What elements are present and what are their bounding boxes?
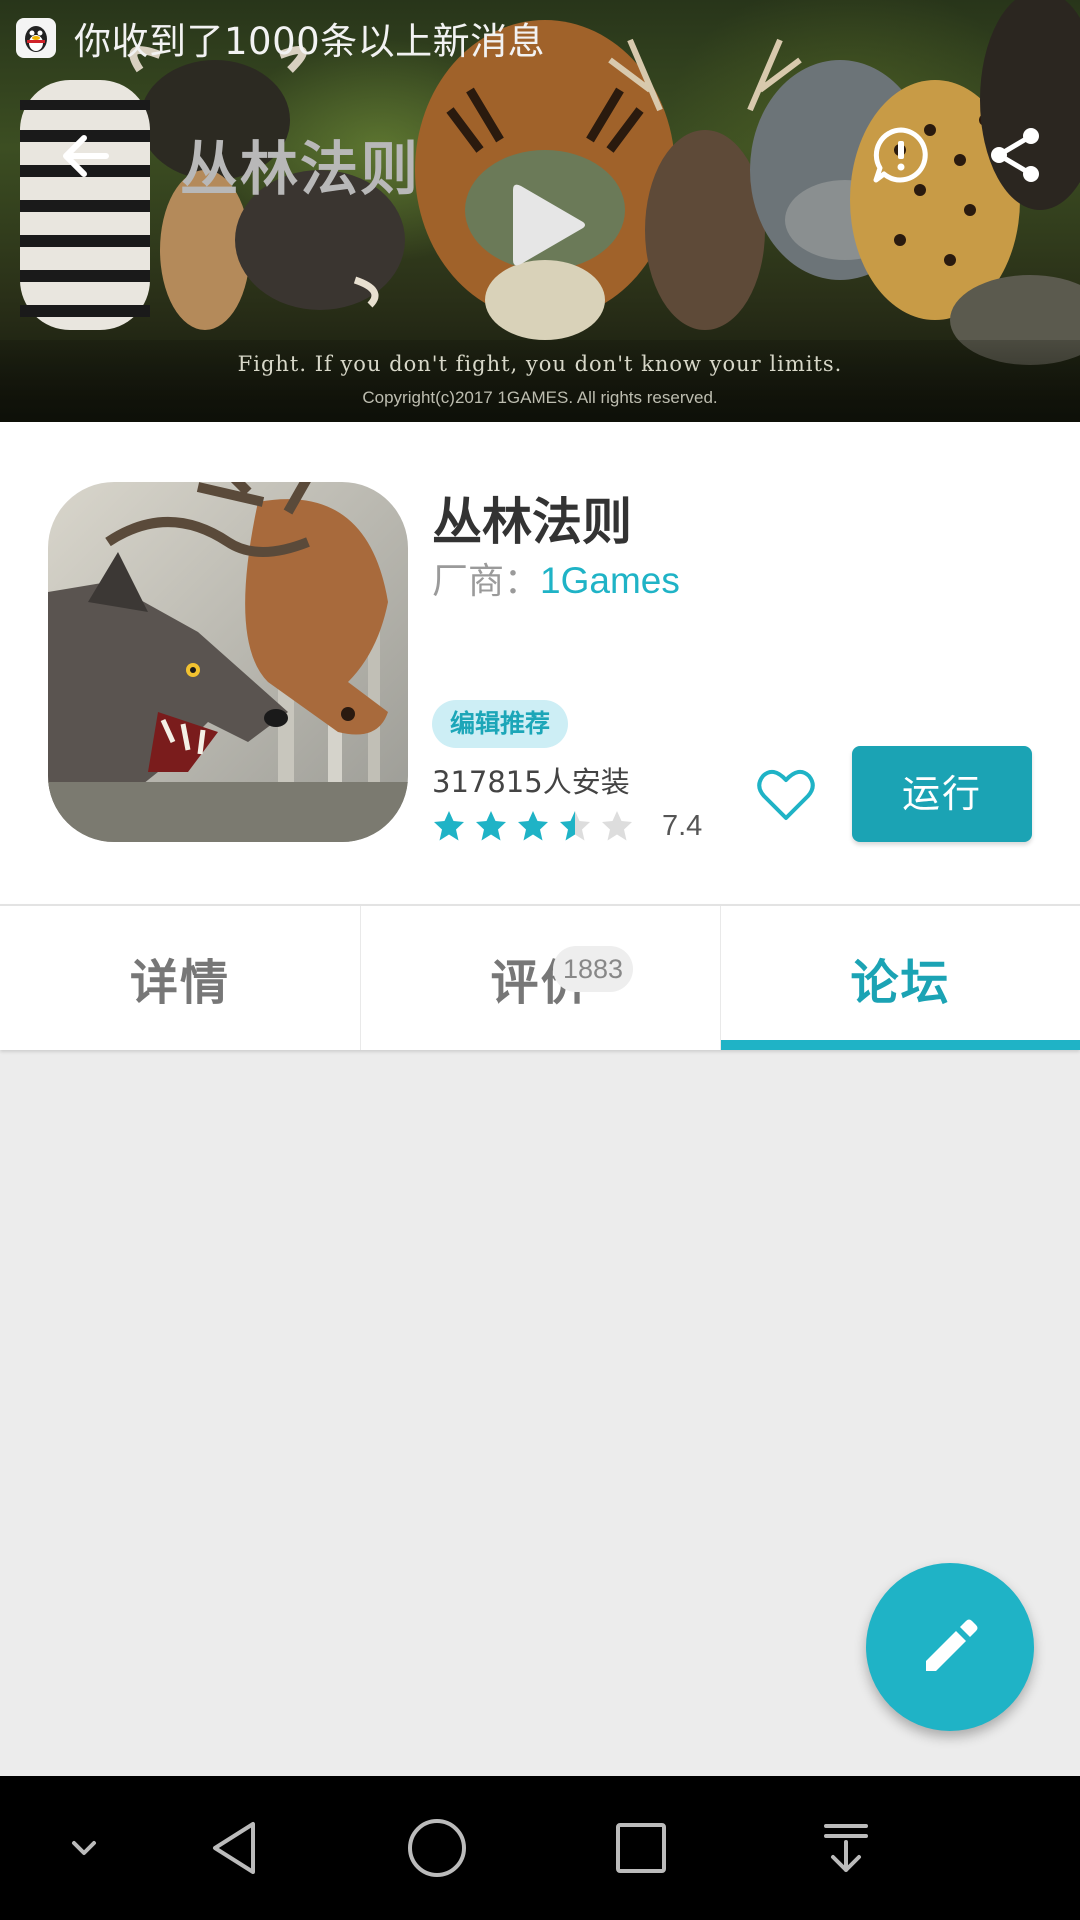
star-full-icon [518,811,548,841]
nav-home-button[interactable] [397,1808,477,1888]
active-tab-indicator [721,1040,1080,1050]
chevron-down-icon [72,1841,96,1855]
hide-nav-button[interactable] [44,1808,124,1888]
star-half-icon [560,811,590,841]
recents-square-icon [616,1823,666,1873]
favorite-button[interactable] [757,768,815,822]
system-navigation-bar [0,1776,1080,1920]
heart-outline-icon [757,769,815,820]
banner-title: 丛林法则 [180,135,421,203]
nav-back-button[interactable] [195,1808,275,1888]
app-detail-screen: 你收到了1000条以上新消息 丛林法则 Fight. If you don't … [0,0,1080,1920]
rating-score: 7.4 [662,809,703,842]
app-icon [48,482,408,842]
report-button[interactable] [872,126,930,184]
detail-tabs: 详情 评价 1883 论坛 [0,904,1080,1050]
notification-text: 你收到了1000条以上新消息 [74,20,546,63]
report-icon [873,127,928,183]
compose-post-button[interactable] [866,1563,1034,1731]
nav-recents-button[interactable] [601,1808,681,1888]
vendor-link[interactable]: 1Games [540,560,680,601]
pencil-icon [926,1619,978,1671]
tab-label: 详情 [129,955,230,1011]
game-banner[interactable]: 你收到了1000条以上新消息 丛林法则 Fight. If you don't … [0,0,1080,422]
banner-slogan: Fight. If you don't fight, you don't kno… [237,352,843,376]
play-icon [513,184,585,266]
tab-forum[interactable]: 论坛 [720,906,1080,1050]
nav-notification-button[interactable] [806,1808,886,1888]
app-info-card: 丛林法则 厂商：1Games 编辑推荐 317815人安装 7.4 运行 [0,422,1080,904]
tab-reviews[interactable]: 评价 1883 [360,906,720,1050]
home-circle-icon [408,1819,466,1877]
vendor-row: 厂商：1Games [432,552,680,604]
qq-penguin-icon [16,18,56,58]
tab-details[interactable]: 详情 [0,906,360,1050]
back-triangle-icon [213,1822,255,1874]
star-full-icon [434,811,464,841]
top-action-bar: 丛林法则 [0,100,1080,266]
back-arrow-icon [63,135,109,177]
status-bar: 你收到了1000条以上新消息 [0,0,1080,76]
app-name: 丛林法则 [432,493,632,551]
share-icon [991,128,1039,182]
editor-pick-badge: 编辑推荐 [432,700,569,748]
tab-label: 论坛 [850,955,951,1011]
banner-copyright: Copyright(c)2017 1GAMES. All rights rese… [362,388,718,407]
review-count-badge: 1883 [553,946,634,992]
install-count: 317815人安装 [432,765,630,799]
vendor-label: 厂商： [432,561,541,602]
rating-row: 7.4 [432,803,702,849]
share-button[interactable] [987,126,1043,184]
notification-pull-icon [824,1824,868,1872]
play-video-button[interactable] [505,180,595,270]
star-empty-icon [602,811,632,841]
back-button[interactable] [56,126,116,186]
run-button[interactable]: 运行 [852,746,1032,842]
star-full-icon [476,811,506,841]
